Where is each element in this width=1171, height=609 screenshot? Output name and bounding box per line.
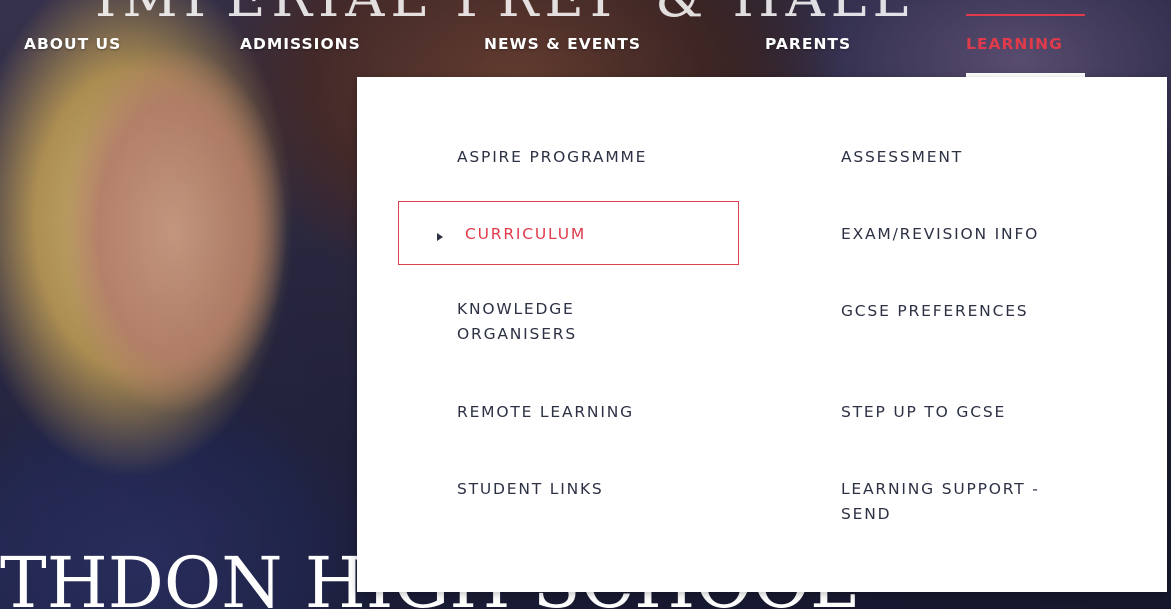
menu-link-knowledge-organisers[interactable]: KNOWLEDGE ORGANISERS bbox=[457, 297, 577, 347]
menu-link-student-links[interactable]: STUDENT LINKS bbox=[457, 477, 604, 502]
menu-link-learning-support-send[interactable]: LEARNING SUPPORT - SEND bbox=[841, 477, 1040, 527]
menu-link-gcse-preferences[interactable]: GCSE PREFERENCES bbox=[841, 299, 1028, 324]
menu-link-assessment[interactable]: ASSESSMENT bbox=[841, 145, 963, 170]
menu-link-curriculum[interactable]: CURRICULUM bbox=[465, 222, 586, 247]
menu-link-learning-support-line2: SEND bbox=[841, 505, 892, 523]
nav-item-about-us[interactable]: ABOUT US bbox=[24, 35, 121, 53]
caret-right-icon bbox=[437, 233, 443, 241]
menu-link-step-up-to-gcse[interactable]: STEP UP TO GCSE bbox=[841, 400, 1006, 425]
nav-item-news-events[interactable]: NEWS & EVENTS bbox=[484, 35, 641, 53]
nav-item-parents[interactable]: PARENTS bbox=[765, 35, 851, 53]
page: IMPERIAL PREP & HALL THDON HIGH SCHOOL A… bbox=[0, 0, 1171, 609]
active-nav-indicator bbox=[966, 14, 1085, 16]
menu-link-learning-support-line1: LEARNING SUPPORT - bbox=[841, 480, 1040, 498]
menu-link-remote-learning[interactable]: REMOTE LEARNING bbox=[457, 400, 634, 425]
learning-dropdown-menu: ASPIRE PROGRAMME CURRICULUM KNOWLEDGE OR… bbox=[357, 77, 1167, 592]
nav-item-admissions[interactable]: ADMISSIONS bbox=[240, 35, 361, 53]
menu-link-knowledge-organisers-line2: ORGANISERS bbox=[457, 325, 577, 343]
menu-link-knowledge-organisers-line1: KNOWLEDGE bbox=[457, 300, 575, 318]
menu-link-aspire-programme[interactable]: ASPIRE PROGRAMME bbox=[457, 145, 647, 170]
menu-link-exam-revision-info[interactable]: EXAM/REVISION INFO bbox=[841, 222, 1039, 247]
nav-item-learning[interactable]: LEARNING bbox=[966, 35, 1063, 53]
